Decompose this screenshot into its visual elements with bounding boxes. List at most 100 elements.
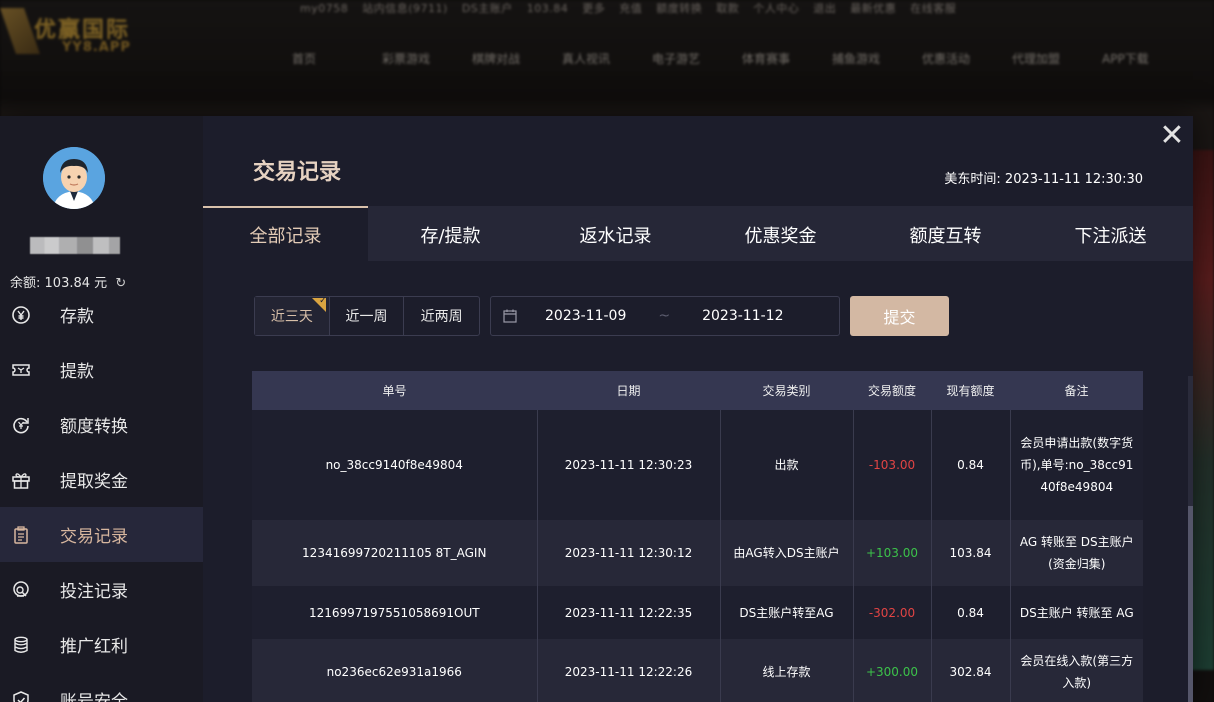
search-doc-icon — [10, 579, 32, 601]
sidebar: 余额: 103.84 元 ↻ 存款 提款 额度转换 提取奖金 交易记录 投注记录… — [0, 116, 203, 702]
cell-type: 线上存款 — [720, 639, 854, 702]
topbar-item: 更多 — [582, 2, 606, 15]
transaction-modal: 余额: 103.84 元 ↻ 存款 提款 额度转换 提取奖金 交易记录 投注记录… — [0, 116, 1193, 702]
yuan-circle-icon — [10, 304, 32, 326]
sidebar-item-label: 投注记录 — [60, 582, 128, 602]
range-2-weeks-button[interactable]: 近两周 — [404, 297, 479, 335]
nav-item: 棋牌对战 — [472, 52, 521, 66]
cell-type: DS主账户转至AG — [720, 586, 854, 639]
site-topbar: my0758 站内信息(9711) DS主账户 103.84 更多 充值 额度转换 取款 个人中… — [300, 0, 1200, 18]
exchange-icon — [10, 414, 32, 436]
topbar-item: my0758 — [300, 2, 349, 15]
ticket-icon — [10, 359, 32, 381]
sidebar-item-label: 交易记录 — [60, 527, 128, 547]
sidebar-item-label: 推广红利 — [60, 637, 128, 657]
quick-range-selector: 近三天 ✓ 近一周 近两周 — [254, 296, 480, 336]
shield-icon — [10, 689, 32, 702]
range-3-days-button[interactable]: 近三天 ✓ — [255, 296, 330, 335]
sidebar-item-promotion[interactable]: 推广红利 — [0, 617, 203, 672]
time-value: 2023-11-11 12:30:30 — [1004, 172, 1143, 187]
tab-all-records[interactable]: 全部记录 — [203, 206, 368, 261]
sidebar-menu: 存款 提款 额度转换 提取奖金 交易记录 投注记录 推广红利 账号安全 — [0, 287, 203, 702]
sidebar-item-transfer[interactable]: 额度转换 — [0, 397, 203, 452]
tab-promo-bonus[interactable]: 优惠奖金 — [698, 206, 863, 261]
topbar-item: 103.84 — [526, 2, 569, 15]
column-header-note: 备注 — [1010, 371, 1143, 410]
server-time: 美东时间: 2023-11-11 12:30:30 — [944, 168, 1143, 187]
cell-amount: -103.00 — [853, 410, 932, 520]
column-header-amount: 交易额度 — [853, 371, 931, 410]
cell-note: DS主账户 转账至 AG — [1010, 586, 1143, 639]
sidebar-item-label: 存款 — [60, 307, 94, 327]
cell-type: 出款 — [720, 410, 854, 520]
range-1-week-button[interactable]: 近一周 — [330, 297, 405, 335]
nav-item: 首页 — [292, 52, 317, 66]
topbar-item: 额度转换 — [656, 2, 703, 15]
nav-item: 代理加盟 — [1012, 52, 1061, 66]
cell-id: 12341699720211105 8T_AGIN — [252, 520, 538, 586]
sidebar-item-label: 账号安全 — [60, 692, 128, 702]
cell-note: 会员在线入款(第三方入款) — [1010, 639, 1143, 702]
sidebar-item-label: 提取奖金 — [60, 472, 128, 492]
nav-item: APP下载 — [1102, 52, 1149, 66]
column-header-balance: 现有额度 — [931, 371, 1010, 410]
end-date-input[interactable]: 2023-11-12 — [702, 308, 783, 324]
page-title: 交易记录 — [253, 160, 342, 185]
tab-bet-payout[interactable]: 下注派送 — [1028, 206, 1193, 261]
range-label: 近三天 — [270, 309, 313, 325]
avatar — [43, 147, 105, 209]
cell-date: 2023-11-11 12:22:26 — [537, 639, 721, 702]
sidebar-item-withdraw[interactable]: 提款 — [0, 342, 203, 397]
submit-button[interactable]: 提交 — [850, 296, 949, 336]
topbar-item: 充值 — [619, 2, 643, 15]
sidebar-item-bonus[interactable]: 提取奖金 — [0, 452, 203, 507]
date-range-picker[interactable]: 2023-11-09 ~ 2023-11-12 — [490, 296, 840, 336]
cell-amount: +300.00 — [853, 639, 932, 702]
cell-id: no236ec62e931a1966 — [252, 639, 538, 702]
nav-item: 优惠活动 — [922, 52, 971, 66]
tab-deposit-withdraw[interactable]: 存/提款 — [368, 206, 533, 261]
nav-item: 捕鱼游戏 — [832, 52, 881, 66]
background-decoration — [1190, 150, 1214, 670]
nav-item: 体育赛事 — [742, 52, 791, 66]
avatar-icon — [43, 147, 105, 209]
tab-credit-transfer[interactable]: 额度互转 — [863, 206, 1028, 261]
column-header-date: 日期 — [537, 371, 720, 410]
sidebar-item-transactions[interactable]: 交易记录 — [0, 507, 203, 562]
cell-note: AG 转账至 DS主账户(资金归集) — [1010, 520, 1143, 586]
topbar-item: 个人中心 — [753, 2, 800, 15]
table-row: 12341699720211105 8T_AGIN 2023-11-11 12:… — [252, 520, 1143, 586]
nav-item: 电子游艺 — [652, 52, 701, 66]
sidebar-item-security[interactable]: 账号安全 — [0, 672, 203, 702]
sidebar-item-deposit[interactable]: 存款 — [0, 287, 203, 342]
time-label: 美东时间: — [944, 172, 1001, 187]
column-header-id: 单号 — [252, 371, 537, 410]
topbar-item: 站内信息(9711) — [362, 2, 448, 15]
topbar-item: 退出 — [813, 2, 837, 15]
transactions-table: 单号 日期 交易类别 交易额度 现有额度 备注 no_38cc9140f8e49… — [252, 371, 1143, 702]
main-panel: 交易记录 美东时间: 2023-11-11 12:30:30 全部记录 存/提款… — [203, 116, 1193, 702]
start-date-input[interactable]: 2023-11-09 — [545, 308, 626, 324]
record-tabs: 全部记录 存/提款 返水记录 优惠奖金 额度互转 下注派送 — [203, 206, 1193, 261]
date-separator: ~ — [658, 308, 671, 324]
topbar-item: 取款 — [716, 2, 740, 15]
tab-rebate[interactable]: 返水记录 — [533, 206, 698, 261]
sidebar-item-label: 额度转换 — [60, 417, 128, 437]
close-icon[interactable]: ✕ — [1158, 121, 1186, 151]
clipboard-icon — [10, 524, 32, 546]
modal-scrollbar[interactable] — [1188, 376, 1193, 702]
username-redacted — [30, 237, 120, 254]
topbar-item: 在线客服 — [910, 2, 957, 15]
topbar-item: 最新优惠 — [850, 2, 897, 15]
scrollbar-thumb[interactable] — [1188, 506, 1193, 702]
gift-icon — [10, 469, 32, 491]
logo-sub: YY8.APP — [62, 40, 131, 55]
cell-balance: 0.84 — [931, 410, 1011, 520]
site-nav: 首页 彩票游戏 棋牌对战 真人视讯 电子游艺 体育赛事 捕鱼游戏 优惠活动 代理加盟 APP下载 — [292, 50, 1192, 72]
site-logo: 优赢国际 YY8.APP — [0, 6, 160, 60]
column-header-type: 交易类别 — [720, 371, 853, 410]
cell-balance: 302.84 — [931, 639, 1011, 702]
sidebar-item-bet-records[interactable]: 投注记录 — [0, 562, 203, 617]
table-header-row: 单号 日期 交易类别 交易额度 现有额度 备注 — [252, 371, 1143, 410]
cell-date: 2023-11-11 12:30:12 — [537, 520, 721, 586]
